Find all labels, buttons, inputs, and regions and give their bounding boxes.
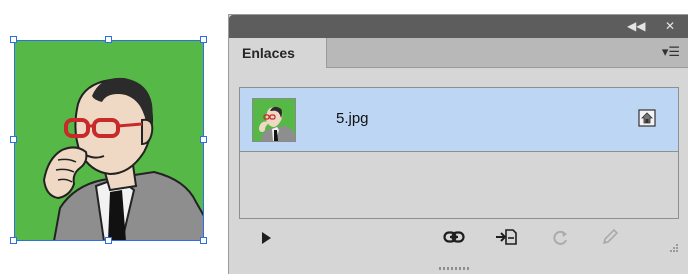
resize-handle-top[interactable] xyxy=(105,36,112,43)
links-list: 5.jpg xyxy=(239,87,679,219)
panel-tab-strip: Enlaces ▾☰ xyxy=(229,38,688,68)
edit-original-icon[interactable] xyxy=(601,228,619,246)
embedded-icon[interactable] xyxy=(638,109,656,127)
resize-grip-icon[interactable] xyxy=(667,243,679,255)
update-link-icon[interactable] xyxy=(551,229,569,247)
resize-handle-top-left[interactable] xyxy=(10,36,17,43)
tab-enlaces[interactable]: Enlaces xyxy=(229,38,327,68)
show-link-info-icon[interactable] xyxy=(260,231,272,245)
relink-icon[interactable] xyxy=(443,229,465,245)
panel-menu-icon[interactable]: ▾☰ xyxy=(662,45,680,60)
dock-grip-icon[interactable] xyxy=(437,265,473,271)
resize-handle-bottom[interactable] xyxy=(105,237,112,244)
placed-image[interactable] xyxy=(10,36,207,244)
link-filename: 5.jpg xyxy=(336,110,369,127)
resize-handle-bottom-left[interactable] xyxy=(10,237,17,244)
panel-title-bar[interactable]: ◀◀ ✕ xyxy=(229,15,688,38)
link-thumbnail xyxy=(252,98,296,142)
resize-handle-bottom-right[interactable] xyxy=(200,237,207,244)
close-icon[interactable]: ✕ xyxy=(665,19,675,33)
resize-handle-right[interactable] xyxy=(200,136,207,143)
selection-frame xyxy=(14,40,204,241)
double-chevron-left-icon[interactable]: ◀◀ xyxy=(627,19,645,33)
go-to-link-icon[interactable] xyxy=(495,228,517,246)
link-row[interactable]: 5.jpg xyxy=(240,88,678,152)
resize-handle-top-right[interactable] xyxy=(200,36,207,43)
links-panel: ◀◀ ✕ Enlaces ▾☰ 5.jpg xyxy=(228,14,688,274)
tab-label: Enlaces xyxy=(242,45,295,61)
resize-handle-left[interactable] xyxy=(10,136,17,143)
